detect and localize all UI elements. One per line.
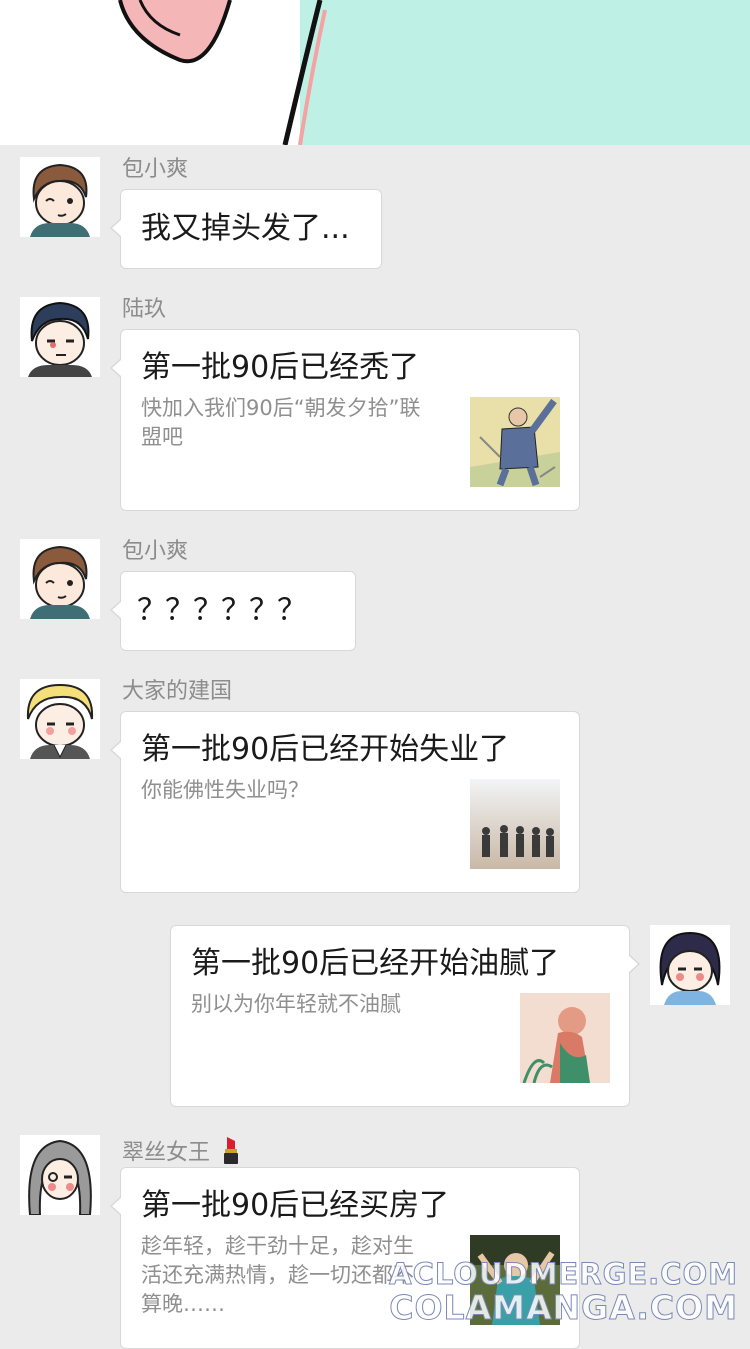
card-thumbnail <box>520 993 610 1083</box>
message-bubble[interactable]: ？？？？？？ <box>110 571 356 651</box>
sender-name-text: 翠丝女王 <box>122 1140 211 1166</box>
sender-name: 陆玖 <box>122 297 167 322</box>
avatar[interactable] <box>20 297 100 377</box>
sender-name: 包小爽 <box>122 539 189 564</box>
card-description: 快加入我们90后“朝发夕拾”联盟吧 <box>141 396 421 449</box>
watermark-text: COLAMANGA.COM <box>389 1288 738 1328</box>
avatar[interactable] <box>20 157 100 237</box>
card-title: 第一批90后已经开始失业了 <box>141 732 510 767</box>
link-card[interactable]: 第一批90后已经秃了 快加入我们90后“朝发夕拾”联盟吧 <box>110 329 580 511</box>
card-description: 你能佛性失业吗？ <box>141 778 309 802</box>
top-comic-art <box>0 0 750 145</box>
message-bubble[interactable]: 我又掉头发了... <box>110 189 382 269</box>
card-description: 趁年轻，趁干劲十足，趁对生活还充满热情，趁一切还都不算晚…… <box>141 1234 414 1316</box>
sender-name: 包小爽 <box>122 157 189 182</box>
card-title: 第一批90后已经买房了 <box>141 1188 450 1223</box>
card-thumbnail <box>470 779 560 869</box>
avatar[interactable] <box>20 1135 100 1215</box>
card-thumbnail <box>470 397 560 487</box>
card-title: 第一批90后已经秃了 <box>141 350 420 385</box>
message-text: ？？？？？？ <box>137 593 307 628</box>
watermark-text: ACLOUDMERGE.COM <box>389 1257 738 1292</box>
sender-name: 大家的建国 <box>122 679 233 704</box>
link-card[interactable]: 第一批90后已经开始油腻了 别以为你年轻就不油腻 <box>170 925 640 1107</box>
avatar[interactable] <box>20 539 100 619</box>
card-title: 第一批90后已经开始油腻了 <box>191 946 560 981</box>
card-description: 别以为你年轻就不油腻 <box>191 992 401 1016</box>
avatar[interactable] <box>650 925 730 1005</box>
avatar[interactable] <box>20 679 100 759</box>
link-card[interactable]: 第一批90后已经开始失业了 你能佛性失业吗？ <box>110 711 580 893</box>
message-text: 我又掉头发了... <box>141 211 350 246</box>
